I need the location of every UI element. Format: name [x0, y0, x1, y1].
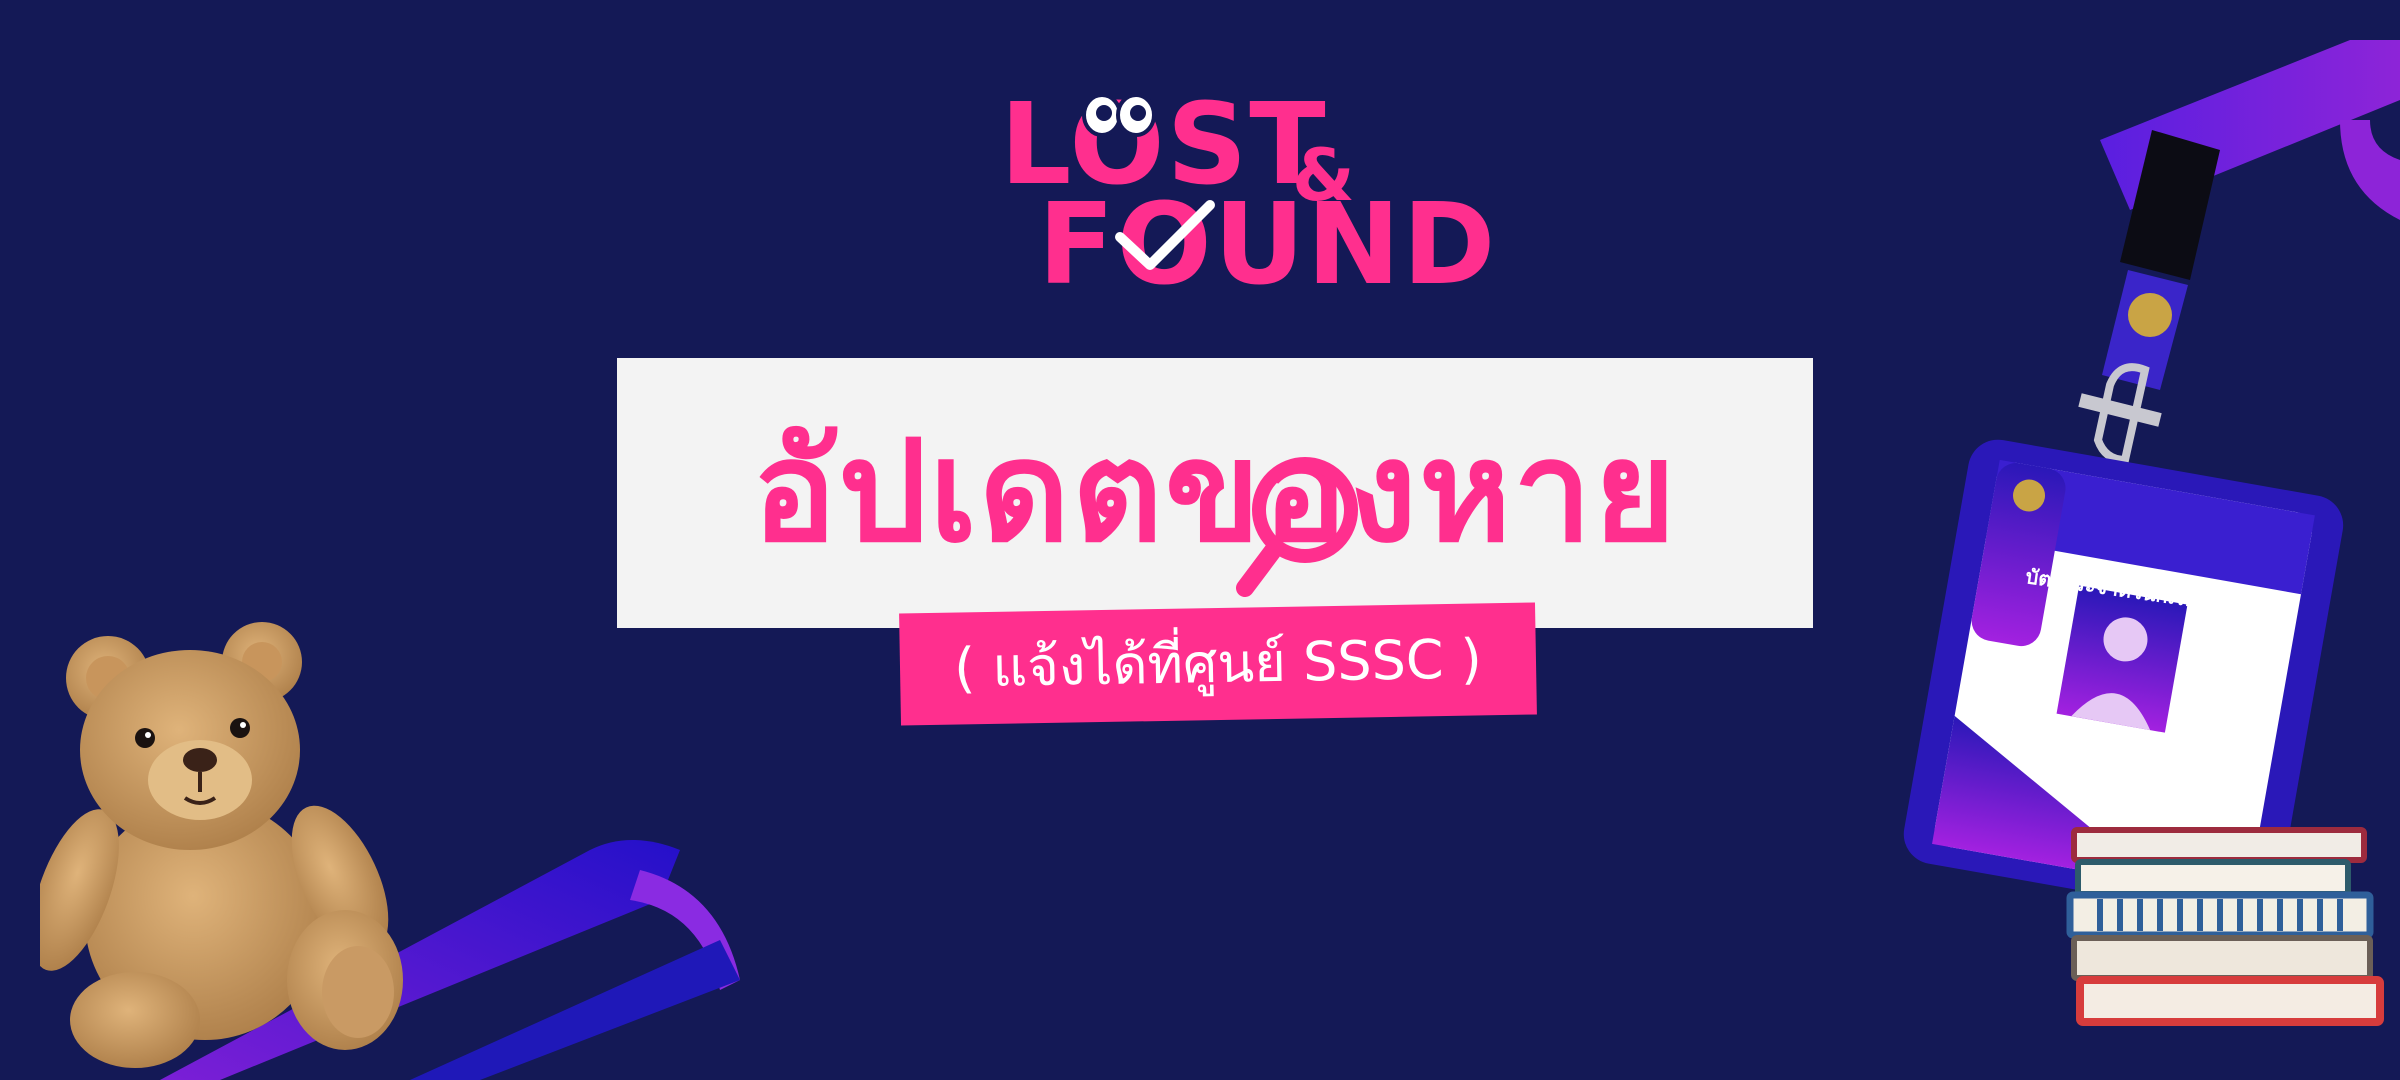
subtitle-strip: ( แจ้งได้ที่ศูนย์ SSSC )	[899, 602, 1537, 726]
googly-eyes-icon	[1082, 93, 1156, 137]
page-title: อัปเดตของหาย	[752, 411, 1678, 574]
checkmark-icon	[1115, 200, 1215, 270]
magnifier-icon	[1236, 457, 1358, 597]
subtitle: ( แจ้งได้ที่ศูนย์ SSSC )	[953, 627, 1483, 700]
book-stack-image	[2066, 827, 2384, 1026]
title-panel: อัปเดตของหาย	[617, 358, 1813, 628]
logo-line-found: FOUND	[1038, 180, 1498, 310]
lost-and-found-logo: LOST & FOUND	[980, 85, 1495, 305]
teddy-bear-image	[40, 622, 403, 1068]
